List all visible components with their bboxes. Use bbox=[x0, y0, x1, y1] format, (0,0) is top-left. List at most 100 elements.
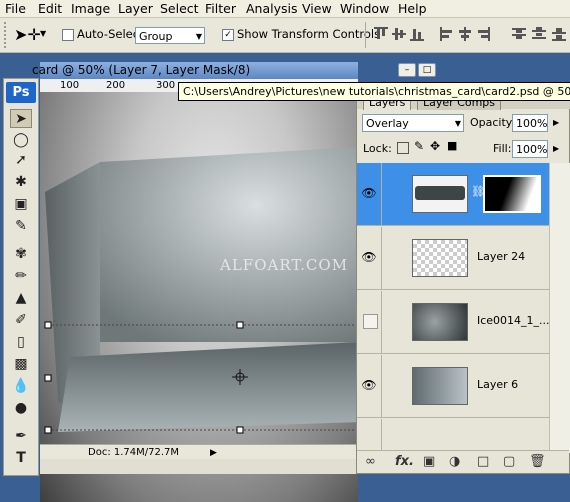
dodge-icon[interactable]: ● bbox=[10, 399, 32, 418]
eraser-icon[interactable]: ▯ bbox=[10, 333, 32, 352]
align-hcenter-icon[interactable] bbox=[458, 27, 472, 41]
layer-thumbnail[interactable] bbox=[412, 175, 468, 213]
opacity-arrow-icon[interactable]: ▶ bbox=[553, 118, 559, 127]
align-right-icon[interactable] bbox=[476, 27, 490, 41]
type-icon[interactable]: T bbox=[10, 449, 32, 468]
menu-file[interactable]: File bbox=[5, 0, 26, 17]
layer-row-ice[interactable]: Ice0014_1_... bbox=[357, 291, 550, 354]
document-titlebar[interactable]: card @ 50% (Layer 7, Layer Mask/8) – □ bbox=[32, 62, 436, 79]
lock-label: Lock: bbox=[363, 142, 392, 155]
crop-icon[interactable]: ▣ bbox=[10, 195, 32, 214]
layers-scrollbar[interactable] bbox=[549, 163, 570, 453]
lasso-icon[interactable]: ➚ bbox=[10, 151, 32, 170]
layer-row-partial[interactable] bbox=[357, 419, 549, 454]
blur-icon[interactable]: 💧 bbox=[10, 377, 32, 396]
menu-help[interactable]: Help bbox=[398, 0, 427, 17]
minimize-icon[interactable]: – bbox=[398, 63, 416, 77]
magic-wand-icon[interactable]: ✱ bbox=[10, 173, 32, 192]
distribute-bottom-icon[interactable] bbox=[552, 27, 566, 41]
layer-thumbnail[interactable] bbox=[412, 239, 468, 277]
lock-pixels-icon[interactable]: ✎ bbox=[414, 139, 424, 153]
move-tool-icon[interactable]: ➤ bbox=[10, 109, 32, 128]
layer-name: Layer 6 bbox=[477, 378, 519, 391]
menu-select[interactable]: Select bbox=[160, 0, 199, 17]
divider bbox=[381, 227, 382, 289]
ruler-tick-200: 200 bbox=[106, 80, 126, 91]
lock-all-icon[interactable]: ■ bbox=[447, 139, 457, 152]
align-bottom-icon[interactable] bbox=[410, 27, 424, 41]
canvas[interactable]: ALFOART.COM bbox=[40, 92, 358, 502]
show-transform-label: Show Transform Controls bbox=[237, 27, 381, 41]
lock-position-icon[interactable]: ✥ bbox=[430, 139, 440, 153]
healing-icon[interactable]: ✾ bbox=[10, 245, 32, 264]
fx-icon[interactable]: fx. bbox=[395, 454, 414, 470]
auto-select-value: Group bbox=[139, 30, 173, 43]
history-brush-icon[interactable]: ✐ bbox=[10, 311, 32, 330]
status-bar: Doc: 1.74M/72.7M ▶ bbox=[40, 444, 358, 460]
horizontal-scrollbar[interactable] bbox=[40, 459, 358, 474]
layers-panel: Layers Layer Comps Overlay ▼ Opacity: 100… bbox=[356, 90, 570, 474]
layer-mask-thumbnail[interactable] bbox=[483, 175, 541, 213]
layer-row-layer24[interactable]: 👁 Layer 24 bbox=[357, 227, 549, 290]
clone-stamp-icon[interactable]: ▲ bbox=[10, 289, 32, 308]
trash-icon[interactable]: 🗑 bbox=[529, 454, 546, 470]
auto-select-dropdown[interactable]: Group ▼ bbox=[135, 27, 205, 44]
divider bbox=[365, 22, 366, 48]
options-grip[interactable] bbox=[4, 22, 14, 48]
move-tool-preset-icon[interactable]: ➤✛ bbox=[14, 25, 41, 44]
menu-image[interactable]: Image bbox=[71, 0, 110, 17]
fill-label: Fill: bbox=[493, 142, 512, 155]
menu-edit[interactable]: Edit bbox=[38, 0, 62, 17]
menu-analysis[interactable]: Analysis bbox=[246, 0, 298, 17]
layer-row-layer7[interactable]: 👁 ⛓ bbox=[357, 163, 549, 226]
divider bbox=[381, 163, 382, 225]
blend-mode-dropdown[interactable]: Overlay ▼ bbox=[362, 114, 464, 132]
distribute-top-icon[interactable] bbox=[512, 27, 526, 41]
opacity-label: Opacity: bbox=[470, 116, 516, 129]
transform-handle[interactable] bbox=[236, 321, 244, 329]
layer-thumbnail[interactable] bbox=[412, 367, 468, 405]
layer-thumbnail[interactable] bbox=[412, 303, 468, 341]
show-transform-checkbox[interactable]: ✓ bbox=[222, 29, 234, 41]
fill-arrow-icon[interactable]: ▶ bbox=[553, 144, 559, 153]
eye-icon[interactable]: 👁 bbox=[361, 377, 377, 393]
pen-icon[interactable]: ✒ bbox=[10, 427, 32, 446]
lock-transparent-icon[interactable] bbox=[397, 142, 409, 154]
fill-input[interactable]: 100% bbox=[512, 140, 548, 158]
opacity-input[interactable]: 100% bbox=[512, 114, 548, 132]
layer-row-layer6[interactable]: 👁 Layer 6 bbox=[357, 355, 549, 418]
menu-filter[interactable]: Filter bbox=[205, 0, 236, 17]
new-group-icon[interactable]: □ bbox=[477, 454, 489, 470]
transform-handle[interactable] bbox=[44, 374, 52, 382]
maximize-icon[interactable]: □ bbox=[418, 63, 436, 77]
eye-icon[interactable]: 👁 bbox=[361, 249, 377, 265]
marquee-icon[interactable]: ◯ bbox=[10, 131, 32, 150]
visibility-toggle[interactable] bbox=[363, 314, 378, 329]
link-layers-icon[interactable]: ∞ bbox=[365, 454, 376, 470]
distribute-vcenter-icon[interactable] bbox=[532, 27, 546, 41]
eye-icon[interactable]: 👁 bbox=[361, 185, 377, 201]
menu-window[interactable]: Window bbox=[340, 0, 389, 17]
card-back-panel bbox=[100, 147, 358, 342]
menu-layer[interactable]: Layer bbox=[118, 0, 153, 17]
menu-view[interactable]: View bbox=[302, 0, 332, 17]
chevron-down-icon[interactable]: ▼ bbox=[40, 29, 46, 38]
new-layer-icon[interactable]: ▢ bbox=[503, 454, 515, 470]
eyedropper-icon[interactable]: ✎ bbox=[10, 217, 32, 236]
gradient-icon[interactable]: ▩ bbox=[10, 355, 32, 374]
align-left-icon[interactable] bbox=[440, 27, 454, 41]
transform-handle[interactable] bbox=[44, 426, 52, 434]
layer-name: Ice0014_1_... bbox=[477, 314, 550, 327]
add-mask-icon[interactable]: ▣ bbox=[423, 454, 435, 470]
adjustment-layer-icon[interactable]: ◑ bbox=[449, 454, 460, 470]
transform-handle[interactable] bbox=[236, 426, 244, 434]
transform-handle[interactable] bbox=[44, 321, 52, 329]
align-top-icon[interactable] bbox=[374, 27, 388, 41]
layers-panel-footer: ∞ fx. ▣ ◑ □ ▢ 🗑 bbox=[357, 450, 569, 473]
doc-size-status[interactable]: Doc: 1.74M/72.7M bbox=[88, 445, 179, 460]
layer-thumbnail-art bbox=[415, 186, 465, 200]
brush-icon[interactable]: ✏ bbox=[10, 267, 32, 286]
auto-select-checkbox[interactable] bbox=[62, 29, 74, 41]
document-title: card @ 50% (Layer 7, Layer Mask/8) bbox=[32, 63, 251, 77]
align-vcenter-icon[interactable] bbox=[392, 27, 406, 41]
